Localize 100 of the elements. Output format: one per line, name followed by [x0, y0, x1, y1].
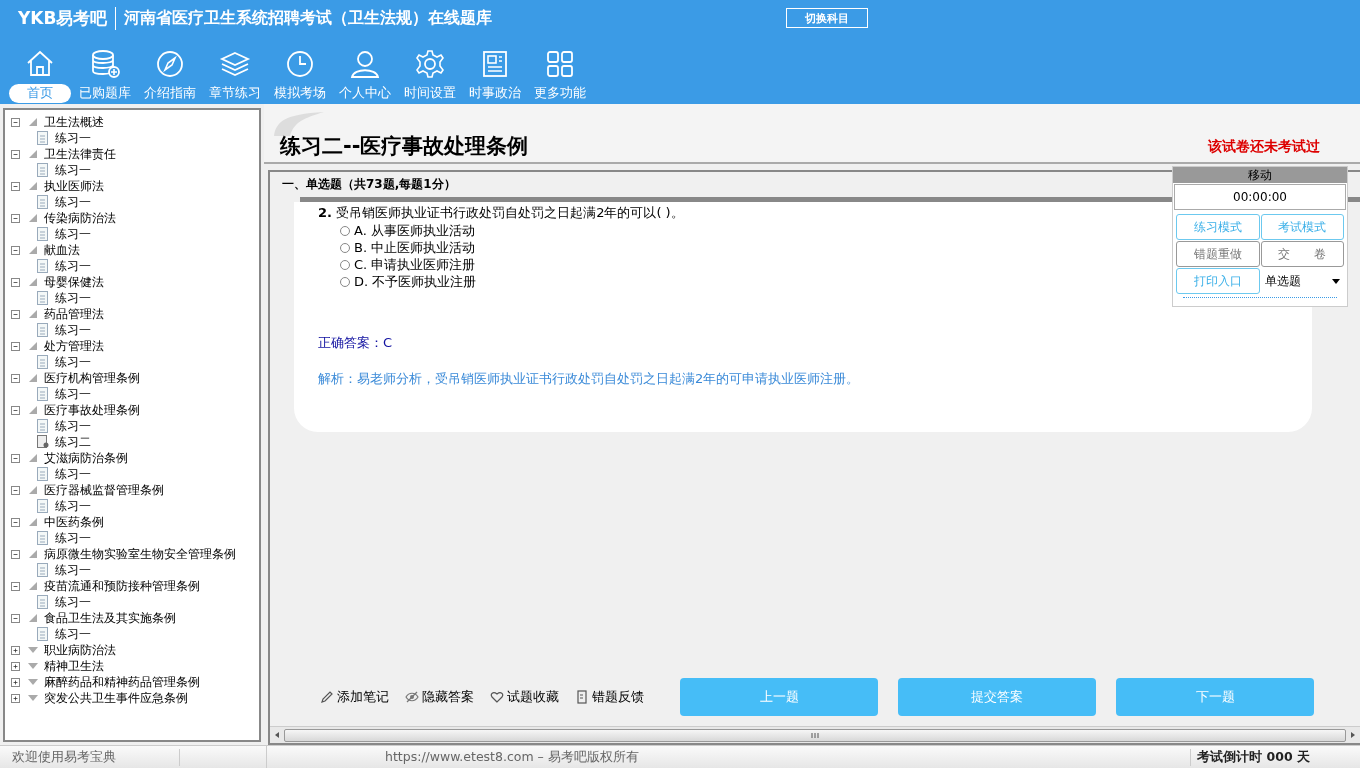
document-icon	[37, 595, 49, 609]
expand-icon[interactable]	[11, 645, 20, 655]
tree-item[interactable]: 艾滋病防治条例	[44, 449, 128, 467]
tool-link[interactable]: 错题反馈	[592, 688, 644, 706]
collapse-icon[interactable]	[11, 613, 20, 623]
exam-status: 该试卷还未考试过	[1208, 138, 1320, 156]
collapse-icon[interactable]	[11, 549, 20, 559]
tree-item[interactable]: 练习一	[55, 129, 91, 147]
radio-button[interactable]	[340, 259, 350, 270]
tree-item[interactable]: 药品管理法	[44, 305, 104, 323]
tree-item[interactable]: 练习一	[55, 417, 91, 435]
collapse-icon[interactable]	[11, 117, 20, 127]
tree-item[interactable]: 练习一	[55, 353, 91, 371]
tree-item[interactable]: 传染病防治法	[44, 209, 116, 227]
settings-icon[interactable]	[414, 48, 446, 80]
expand-icon[interactable]	[11, 693, 20, 703]
document-icon	[37, 163, 49, 177]
section-heading: 一、单选题（共73题,每题1分）	[281, 176, 457, 193]
heart-icon[interactable]	[490, 690, 504, 704]
pencil-icon[interactable]	[320, 690, 334, 704]
tree-item[interactable]: 练习一	[55, 529, 91, 547]
grip-icon[interactable]	[811, 732, 819, 738]
tree-item[interactable]: 医疗器械监督管理条例	[44, 481, 164, 499]
grid-icon[interactable]	[544, 48, 576, 80]
collapse-icon[interactable]	[11, 245, 20, 255]
tree-item[interactable]: 练习一	[55, 321, 91, 339]
user-icon[interactable]	[349, 48, 381, 80]
tree-item[interactable]: 练习一	[55, 289, 91, 307]
scroll-right-icon[interactable]	[1349, 731, 1357, 739]
collapse-icon[interactable]	[11, 373, 20, 383]
option-label[interactable]: D. 不予医师执业注册	[354, 272, 477, 291]
collapse-icon[interactable]	[11, 181, 20, 191]
expand-icon[interactable]	[11, 661, 20, 671]
tree-item[interactable]: 母婴保健法	[44, 273, 104, 291]
tool-link[interactable]: 试题收藏	[507, 688, 559, 706]
tree-item[interactable]: 卫生法律责任	[44, 145, 116, 163]
tree-item[interactable]: 练习一	[55, 625, 91, 643]
tree-item[interactable]: 突发公共卫生事件应急条例	[44, 689, 188, 707]
tree-item[interactable]: 麻醉药品和精神药品管理条例	[44, 673, 200, 691]
tree-item[interactable]: 练习二	[55, 433, 91, 451]
collapse-icon[interactable]	[11, 277, 20, 287]
collapse-icon[interactable]	[11, 213, 20, 223]
tree-item[interactable]: 练习一	[55, 161, 91, 179]
collapse-icon[interactable]	[11, 453, 20, 463]
tree-item[interactable]: 疫苗流通和预防接种管理条例	[44, 577, 200, 595]
tree-item[interactable]: 练习一	[55, 257, 91, 275]
tree-item[interactable]: 医疗机构管理条例	[44, 369, 140, 387]
triangle-icon	[28, 309, 38, 319]
tree-item[interactable]: 献血法	[44, 241, 80, 259]
clock-icon[interactable]	[284, 48, 316, 80]
eye-hidden-icon[interactable]	[405, 690, 419, 704]
tree-item[interactable]: 医疗事故处理条例	[44, 401, 140, 419]
tree-item[interactable]: 职业病防治法	[44, 641, 116, 659]
collapse-icon[interactable]	[11, 581, 20, 591]
scroll-left-icon[interactable]	[273, 731, 281, 739]
tool-link[interactable]: 隐藏答案	[422, 688, 474, 706]
tree-item[interactable]: 练习一	[55, 561, 91, 579]
document-icon	[37, 531, 49, 545]
tree-item[interactable]: 处方管理法	[44, 337, 104, 355]
question-type-select[interactable]: 单选题	[1260, 268, 1344, 294]
collapse-icon[interactable]	[11, 309, 20, 319]
tree-item[interactable]: 练习一	[55, 225, 91, 243]
tree-item[interactable]: 卫生法概述	[44, 113, 104, 131]
note-icon[interactable]	[575, 690, 589, 704]
tree-item[interactable]: 练习一	[55, 193, 91, 211]
tree-item[interactable]: 执业医师法	[44, 177, 104, 195]
timer: 00:00:00	[1174, 184, 1346, 210]
collapse-icon[interactable]	[11, 517, 20, 527]
triangle-icon	[28, 613, 38, 623]
tree-item[interactable]: 精神卫生法	[44, 657, 104, 675]
radio-button[interactable]	[340, 225, 350, 236]
radio-button[interactable]	[340, 242, 350, 253]
move-handle[interactable]: 移动	[1173, 167, 1347, 183]
document-icon	[37, 323, 49, 337]
collapse-icon[interactable]	[11, 405, 20, 415]
tree-item[interactable]: 病原微生物实验室生物安全管理条例	[44, 545, 236, 563]
panel-button[interactable]: 错题重做	[1176, 241, 1260, 267]
tree-item[interactable]: 练习一	[55, 497, 91, 515]
radio-button[interactable]	[340, 276, 350, 287]
dropdown-caret-icon[interactable]	[1332, 278, 1340, 284]
tree-item[interactable]: 食品卫生法及其实施条例	[44, 609, 176, 627]
option-label[interactable]: C. 申请执业医师注册	[354, 255, 476, 274]
collapse-icon[interactable]	[11, 485, 20, 495]
expand-icon[interactable]	[11, 677, 20, 687]
tree-item[interactable]: 中医药条例	[44, 513, 104, 531]
database-icon[interactable]	[89, 48, 121, 80]
tree-item[interactable]: 练习一	[55, 593, 91, 611]
horizontal-scrollbar[interactable]	[270, 726, 1360, 743]
panel-button[interactable]: 交 卷	[1260, 241, 1344, 267]
tool-link[interactable]: 添加笔记	[337, 688, 389, 706]
tree-item[interactable]: 练习一	[55, 465, 91, 483]
compass-icon[interactable]	[154, 48, 186, 80]
collapse-icon[interactable]	[11, 341, 20, 351]
collapse-icon[interactable]	[11, 149, 20, 159]
document-pin-icon	[37, 435, 49, 449]
exam-countdown: 考试倒计时 000 天	[1190, 748, 1360, 766]
triangle-icon	[28, 453, 38, 463]
option-label[interactable]: A. 从事医师执业活动	[354, 221, 475, 240]
option-label[interactable]: B. 中止医师执业活动	[354, 238, 476, 257]
tree-item[interactable]: 练习一	[55, 385, 91, 403]
